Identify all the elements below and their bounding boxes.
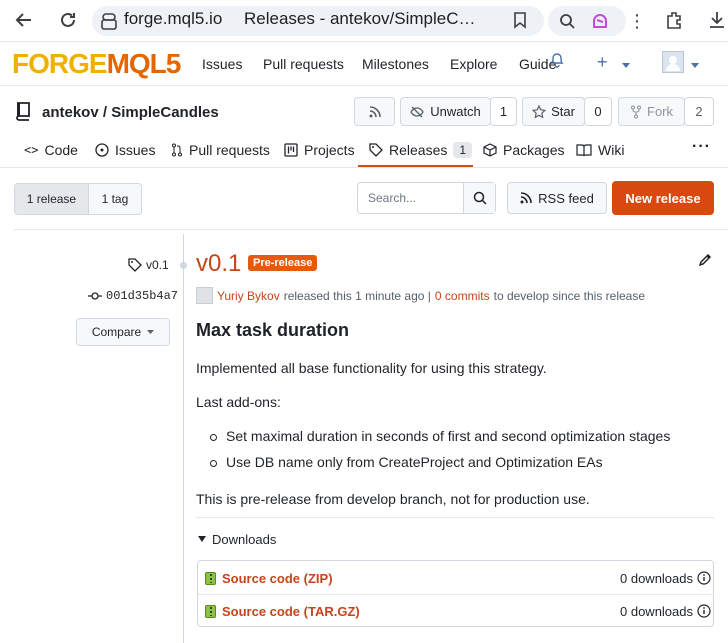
info-icon — [697, 604, 711, 618]
plus-icon[interactable]: + — [597, 52, 608, 73]
lens-icon[interactable] — [558, 12, 576, 33]
more-tabs-icon[interactable]: ··· — [692, 138, 711, 156]
tab-issues[interactable]: Issues — [95, 142, 155, 158]
url-text[interactable]: forge.mql5.io — [124, 9, 222, 29]
fork-icon — [631, 105, 641, 118]
release-bullets: Set maximal duration in seconds of first… — [210, 428, 670, 480]
repo-icon — [14, 101, 32, 124]
releases-segment[interactable]: 1 release — [15, 184, 88, 214]
bookmark-icon[interactable] — [512, 11, 528, 32]
author-avatar[interactable] — [196, 287, 213, 304]
author-link[interactable]: Yuriy Bykov — [217, 289, 280, 303]
asset-targz-link[interactable]: Source code (TAR.GZ) — [205, 604, 360, 619]
release-title[interactable]: v0.1 — [196, 250, 241, 278]
asset-download-count: 0 downloads — [620, 604, 711, 619]
release-paragraph-2: Last add-ons: — [196, 394, 281, 410]
release-paragraph-3: This is pre-release from develop branch,… — [196, 491, 590, 507]
nav-milestones[interactable]: Milestones — [362, 56, 429, 72]
menu-kebab-icon[interactable]: ⋮ — [628, 11, 646, 32]
triangle-down-icon — [198, 536, 206, 542]
back-arrow-icon[interactable] — [10, 6, 38, 34]
star-button[interactable]: Star — [522, 97, 585, 126]
tabs-border — [0, 167, 728, 168]
rss-feed-button[interactable]: RSS feed — [507, 182, 607, 214]
table-row: Source code (TAR.GZ) 0 downloads — [205, 595, 711, 627]
releases-count-badge: 1 — [453, 142, 473, 158]
release-paragraph-1: Implemented all base functionality for u… — [196, 360, 547, 376]
list-item: Set maximal duration in seconds of first… — [210, 428, 670, 444]
tab-projects[interactable]: Projects — [284, 142, 355, 158]
nav-pull-requests[interactable]: Pull requests — [263, 56, 344, 72]
tags-segment[interactable]: 1 tag — [87, 184, 141, 214]
user-avatar-icon[interactable] — [662, 51, 684, 73]
archive-icon — [205, 604, 216, 618]
bell-icon[interactable] — [550, 52, 564, 71]
tab-releases[interactable]: Releases 1 — [369, 142, 473, 158]
avatar-chevron-icon[interactable] — [691, 57, 699, 72]
asset-download-count: 0 downloads — [620, 571, 711, 586]
commit-sha-link[interactable]: 001d35b4a7 — [88, 289, 178, 303]
forge-mql5-logo[interactable]: FORGEMQL5 — [12, 48, 181, 80]
timeline-line — [183, 234, 184, 643]
downloads-divider — [196, 517, 714, 518]
issue-icon — [95, 143, 109, 157]
release-tag-link[interactable]: v0.1 — [128, 258, 169, 272]
star-icon — [532, 104, 547, 118]
fork-count[interactable]: 2 — [684, 97, 714, 126]
watch-count[interactable]: 1 — [490, 97, 517, 126]
book-icon — [576, 144, 592, 157]
search-input[interactable] — [358, 183, 463, 213]
table-row: Source code (ZIP) 0 downloads — [205, 562, 711, 594]
copilot-icon[interactable] — [590, 11, 610, 34]
timeline-dot — [180, 262, 187, 269]
code-icon: <> — [24, 143, 39, 157]
list-item: Use DB name only from CreateProject and … — [210, 454, 670, 470]
extensions-icon[interactable] — [664, 10, 684, 33]
rss-icon — [369, 105, 381, 117]
nav-issues[interactable]: Issues — [202, 56, 242, 72]
new-release-button[interactable]: New release — [612, 181, 714, 215]
commit-icon — [88, 292, 102, 300]
tag-icon — [369, 143, 383, 157]
search-box — [357, 182, 496, 214]
asset-zip-link[interactable]: Source code (ZIP) — [205, 571, 333, 586]
chevron-down-icon[interactable] — [622, 57, 630, 72]
search-icon — [473, 191, 487, 205]
release-meta: Yuriy Bykov released this 1 minute ago |… — [196, 287, 645, 304]
pre-release-badge: Pre-release — [248, 255, 318, 271]
downloads-toggle[interactable]: Downloads — [198, 532, 276, 547]
caret-down-icon — [147, 329, 155, 334]
repo-title[interactable]: antekov / SimpleCandles — [42, 104, 219, 121]
search-button[interactable] — [463, 183, 495, 213]
tab-title: Releases - antekov/SimpleCandles — [244, 9, 480, 28]
release-tag-switch: 1 release 1 tag — [14, 183, 142, 215]
pull-request-icon — [172, 143, 182, 157]
download-icon[interactable] — [708, 10, 726, 33]
fork-button[interactable]: Fork — [618, 97, 685, 126]
eye-slash-icon — [410, 106, 424, 117]
commits-link[interactable]: 0 commits — [435, 289, 490, 303]
tab-packages[interactable]: Packages — [483, 142, 564, 158]
tab-wiki[interactable]: Wiki — [576, 142, 624, 158]
rss-icon — [520, 192, 532, 204]
nav-explore[interactable]: Explore — [450, 56, 497, 72]
unwatch-button[interactable]: Unwatch — [400, 97, 491, 126]
tab-code[interactable]: <> Code — [24, 142, 78, 158]
project-icon — [284, 143, 298, 157]
edit-pencil-icon[interactable] — [698, 253, 712, 270]
archive-icon — [205, 571, 216, 585]
star-count[interactable]: 0 — [584, 97, 612, 126]
toolbar-divider — [14, 229, 728, 230]
compare-dropdown[interactable]: Compare — [76, 318, 170, 346]
reload-icon[interactable] — [54, 6, 82, 34]
info-icon — [697, 571, 711, 585]
release-heading: Max task duration — [196, 320, 350, 340]
tag-icon — [128, 258, 142, 272]
tab-pull-requests[interactable]: Pull requests — [171, 142, 270, 158]
site-info-icon[interactable] — [101, 12, 117, 33]
package-icon — [483, 143, 497, 157]
rss-repo-button[interactable] — [354, 97, 395, 126]
